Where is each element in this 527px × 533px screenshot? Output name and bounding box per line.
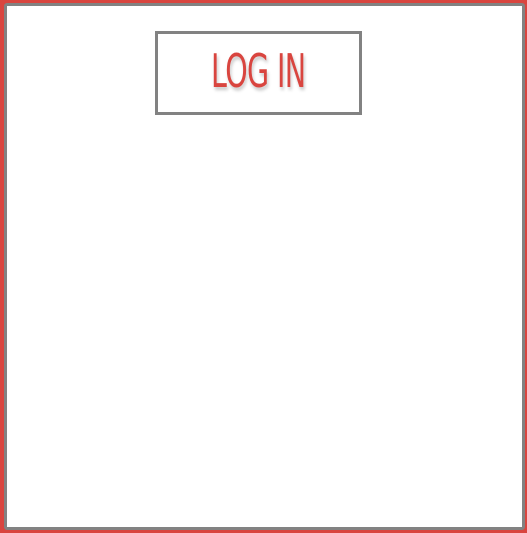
content-panel: LOG IN [4,3,525,530]
login-button-label: LOG IN [211,44,306,98]
login-button[interactable]: LOG IN [155,31,362,115]
